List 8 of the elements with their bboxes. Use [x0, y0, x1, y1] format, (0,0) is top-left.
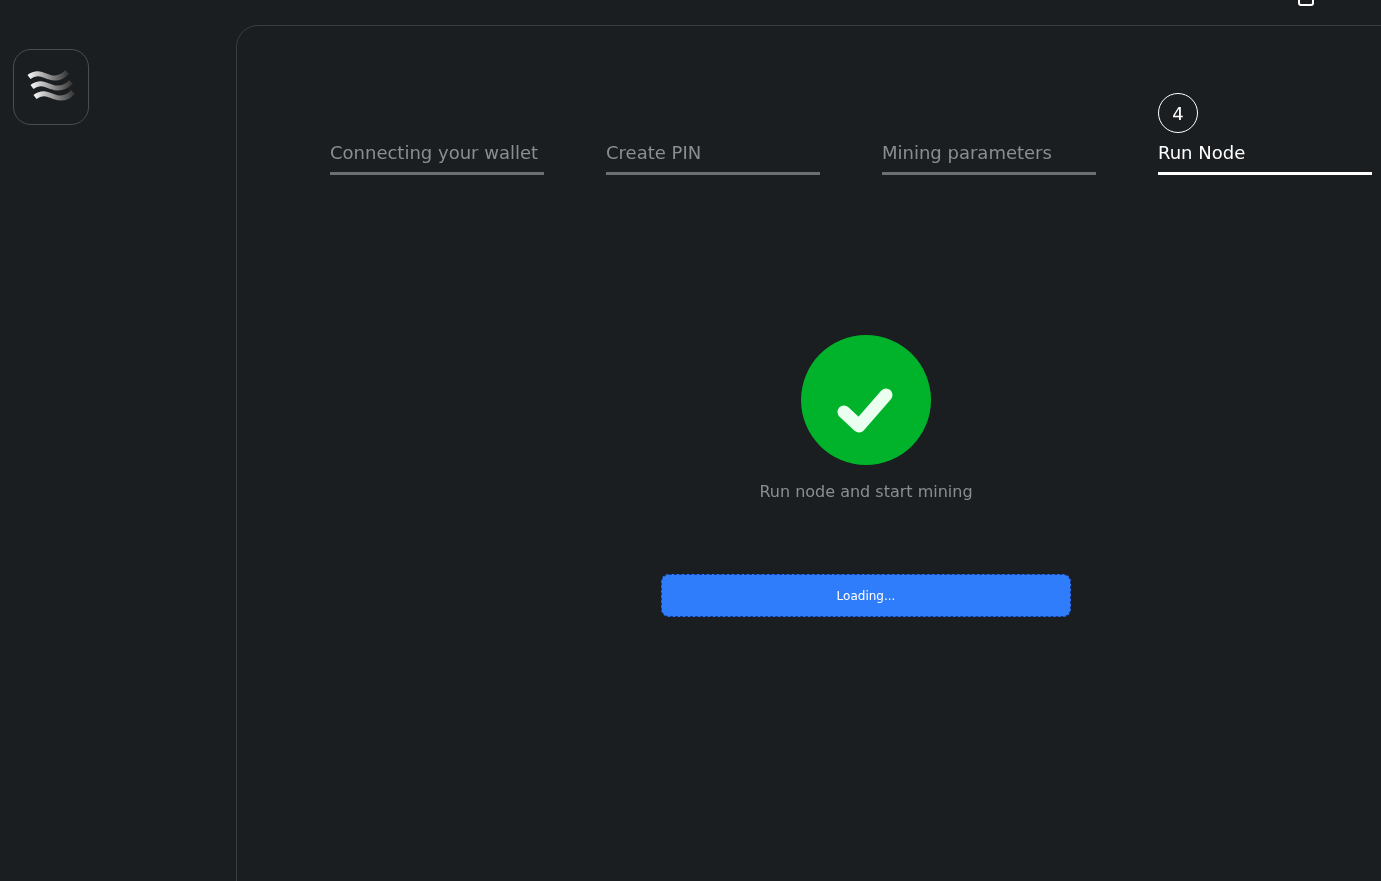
- step-tab[interactable]: Mining parameters: [882, 139, 1096, 175]
- step-tab[interactable]: Create PIN: [606, 139, 820, 175]
- loading-button[interactable]: Loading...: [661, 574, 1071, 617]
- success-check-icon: [801, 335, 931, 465]
- status-message: Run node and start mining: [759, 481, 973, 503]
- step-tab[interactable]: Run Node: [1158, 139, 1372, 175]
- step-tab[interactable]: Connecting your wallet: [330, 139, 544, 175]
- app-logo[interactable]: [13, 49, 89, 125]
